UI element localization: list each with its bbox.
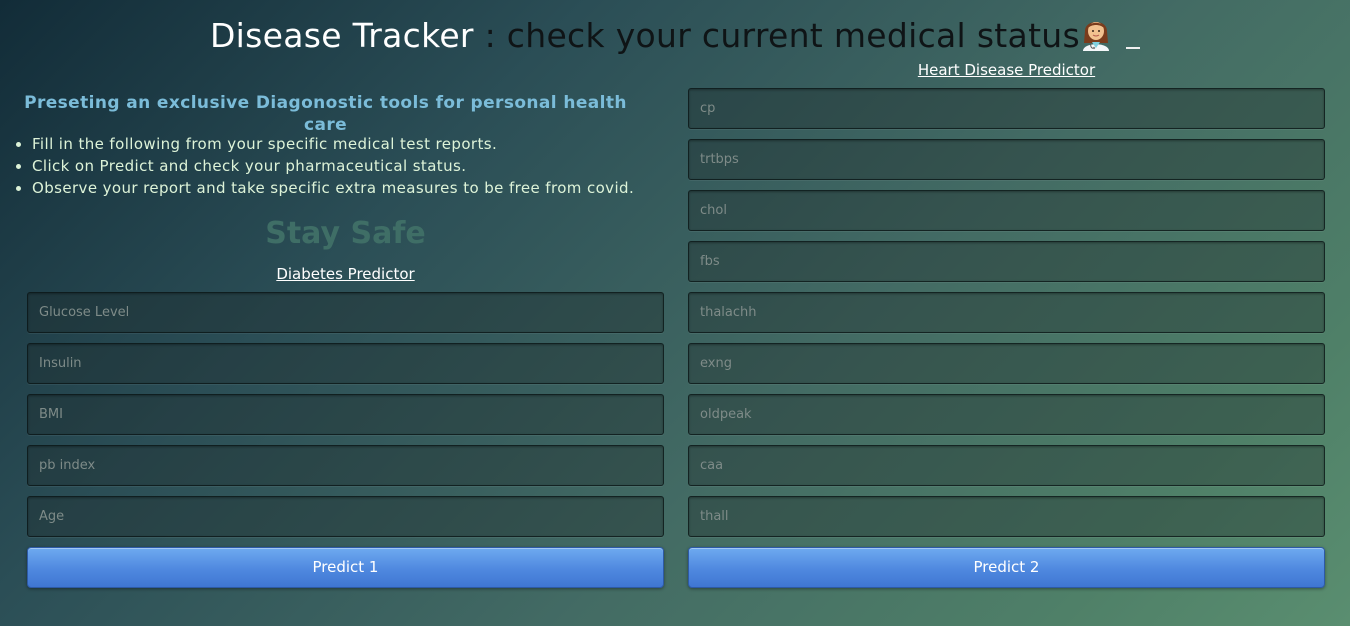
caa-input[interactable] [688,445,1325,486]
bmi-input[interactable] [27,394,664,435]
trtbps-input[interactable] [688,139,1325,180]
diabetes-predictor-title: Diabetes Predictor [276,265,415,283]
list-item: Click on Predict and check your pharmace… [32,155,634,177]
pb-index-input[interactable] [27,445,664,486]
thalachh-input[interactable] [688,292,1325,333]
oldpeak-input[interactable] [688,394,1325,435]
glucose-level-input[interactable] [27,292,664,333]
chol-input[interactable] [688,190,1325,231]
page-title: Disease Tracker : check your current med… [0,14,1350,58]
exng-input[interactable] [688,343,1325,384]
instructions-list: Fill in the following from your specific… [32,133,634,199]
cp-input[interactable] [688,88,1325,129]
title-subtitle: : check your current medical status [473,16,1081,55]
tagline: Preseting an exclusive Diagonostic tools… [24,93,627,135]
stay-safe-text: Stay Safe [265,216,426,251]
predict-2-button[interactable]: Predict 2 [688,547,1325,588]
title-app-name: Disease Tracker [209,16,474,55]
typing-cursor [1126,47,1141,49]
list-item: Observe your report and take specific ex… [32,177,634,199]
predict-1-button[interactable]: Predict 1 [27,547,664,588]
list-item: Fill in the following from your specific… [32,133,634,155]
age-input[interactable] [27,496,664,537]
fbs-input[interactable] [688,241,1325,282]
thall-input[interactable] [688,496,1325,537]
woman-health-worker-icon [1080,15,1112,51]
heart-disease-predictor-title: Heart Disease Predictor [917,61,1096,79]
insulin-input[interactable] [27,343,664,384]
